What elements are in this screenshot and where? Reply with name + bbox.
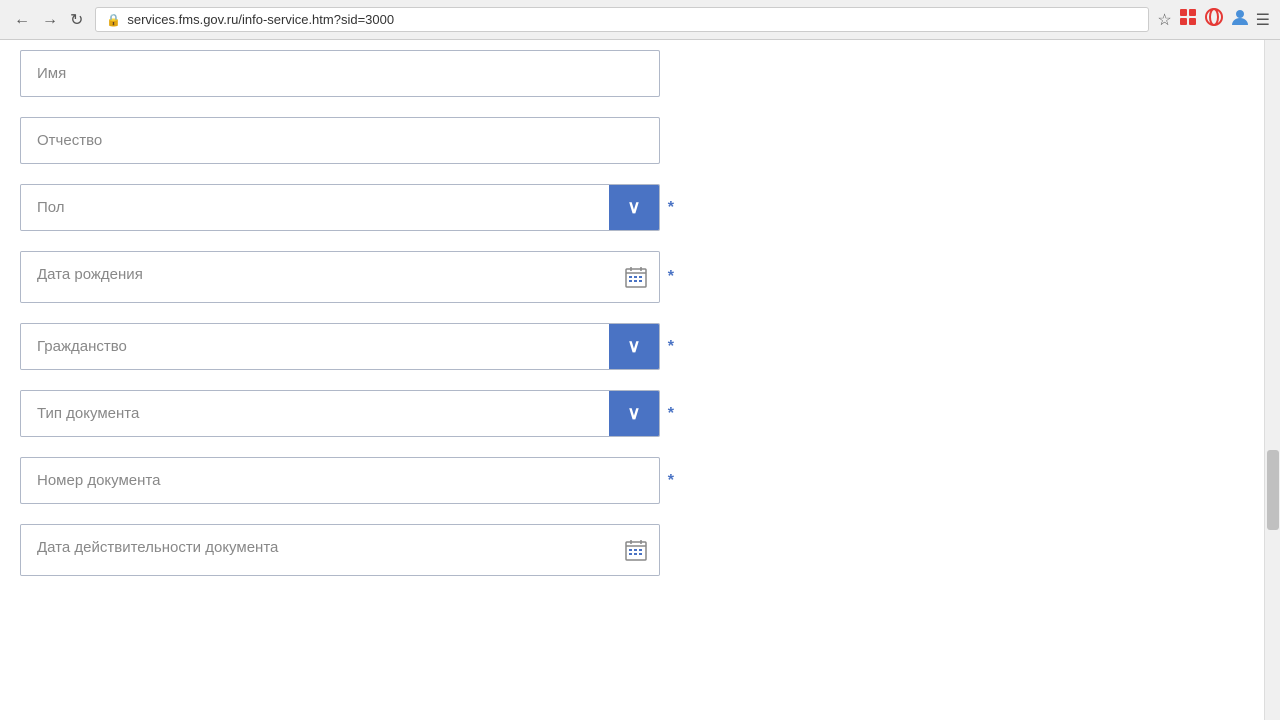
tip-dokumenta-required-star: * (668, 405, 674, 423)
tip-dokumenta-label: Тип документа (21, 391, 609, 436)
forward-button[interactable]: → (38, 9, 62, 31)
lock-icon: 🔒 (106, 13, 121, 27)
field-nomer-dokumenta: * (20, 457, 660, 504)
data-rozhdeniya-required-star: * (668, 268, 674, 286)
calendar-icon-2 (625, 539, 647, 561)
menu-button[interactable]: ☰ (1256, 10, 1270, 30)
field-pol: Пол ∨ * (20, 184, 660, 231)
tip-dokumenta-dropdown-button[interactable]: ∨ (609, 391, 659, 436)
field-otchestvo (20, 117, 660, 164)
nomer-dokumenta-required-star: * (668, 472, 674, 490)
main-area: Пол ∨ * Дата рождения (0, 40, 1264, 720)
form-container: Пол ∨ * Дата рождения (0, 50, 680, 616)
chevron-down-icon: ∨ (627, 197, 640, 218)
refresh-button[interactable]: ↻ (66, 8, 87, 32)
opera-button[interactable] (1204, 7, 1224, 32)
browser-chrome: ← → ↻ 🔒 services.fms.gov.ru/info-service… (0, 0, 1280, 40)
pol-select-wrapper: Пол ∨ (20, 184, 660, 231)
grazhdanstvo-select-wrapper: Гражданство ∨ (20, 323, 660, 370)
data-rozhdeniya-calendar-button[interactable] (613, 252, 659, 302)
data-deystvitelnosti-wrapper: Дата действительности документа (20, 524, 660, 576)
field-tip-dokumenta: Тип документа ∨ * (20, 390, 660, 437)
account-button[interactable] (1230, 7, 1250, 32)
data-rozhdeniya-label: Дата рождения (21, 252, 613, 302)
data-rozhdeniya-wrapper: Дата рождения (20, 251, 660, 303)
data-deystvitelnosti-calendar-button[interactable] (613, 525, 659, 575)
grazhdanstvo-required-star: * (668, 338, 674, 356)
chevron-down-icon: ∨ (627, 336, 640, 357)
pol-required-star: * (668, 199, 674, 217)
grazhdanstvo-dropdown-button[interactable]: ∨ (609, 324, 659, 369)
grazhdanstvo-label: Гражданство (21, 324, 609, 369)
url-text: services.fms.gov.ru/info-service.htm?sid… (127, 12, 394, 27)
field-data-deystvitelnosti: Дата действительности документа (20, 524, 660, 576)
scrollbar-thumb[interactable] (1267, 450, 1279, 530)
field-data-rozhdeniya: Дата рождения (20, 251, 660, 303)
imya-input[interactable] (20, 50, 660, 97)
field-imya (20, 50, 660, 97)
extensions-button[interactable] (1178, 7, 1198, 32)
back-button[interactable]: ← (10, 9, 34, 31)
otchestvo-input[interactable] (20, 117, 660, 164)
pol-dropdown-button[interactable]: ∨ (609, 185, 659, 230)
page-content: Пол ∨ * Дата рождения (0, 40, 1280, 720)
scrollbar[interactable] (1264, 40, 1280, 720)
pol-label: Пол (21, 185, 609, 230)
field-grazhdanstvo: Гражданство ∨ * (20, 323, 660, 370)
browser-actions: ☆ ☰ (1157, 7, 1270, 32)
nomer-dokumenta-input[interactable] (20, 457, 660, 504)
data-deystvitelnosti-label: Дата действительности документа (21, 525, 613, 575)
calendar-icon (625, 266, 647, 288)
tip-dokumenta-select-wrapper: Тип документа ∨ (20, 390, 660, 437)
nav-buttons: ← → ↻ (10, 8, 87, 32)
address-bar[interactable]: 🔒 services.fms.gov.ru/info-service.htm?s… (95, 7, 1149, 32)
chevron-down-icon: ∨ (627, 403, 640, 424)
star-button[interactable]: ☆ (1157, 10, 1171, 30)
